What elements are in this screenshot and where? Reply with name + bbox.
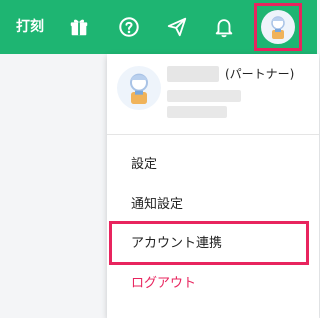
- send-icon[interactable]: [163, 13, 191, 41]
- menu-item-logout[interactable]: ログアウト: [131, 275, 196, 293]
- help-icon[interactable]: [115, 13, 143, 41]
- user-role-label: (パートナー): [225, 67, 295, 81]
- menu-item-settings[interactable]: 設定: [131, 156, 157, 174]
- top-navigation-bar: 打刻: [0, 0, 317, 54]
- highlight-account-linking: [109, 221, 309, 265]
- profile-avatar: [117, 66, 161, 110]
- menu-item-notification-settings[interactable]: 通知設定: [131, 196, 183, 214]
- bell-icon[interactable]: [210, 13, 238, 41]
- user-detail-redacted: [167, 106, 227, 118]
- clock-in-button[interactable]: 打刻: [16, 0, 44, 54]
- user-avatar-button[interactable]: [254, 3, 302, 51]
- gift-icon[interactable]: [65, 13, 93, 41]
- avatar: [261, 10, 295, 44]
- menu-divider: [107, 134, 319, 135]
- user-name-redacted: [167, 66, 219, 82]
- user-dropdown-menu: (パートナー) 設定 通知設定 アカウント連携 ログアウト: [107, 54, 319, 318]
- user-detail-redacted: [167, 90, 241, 102]
